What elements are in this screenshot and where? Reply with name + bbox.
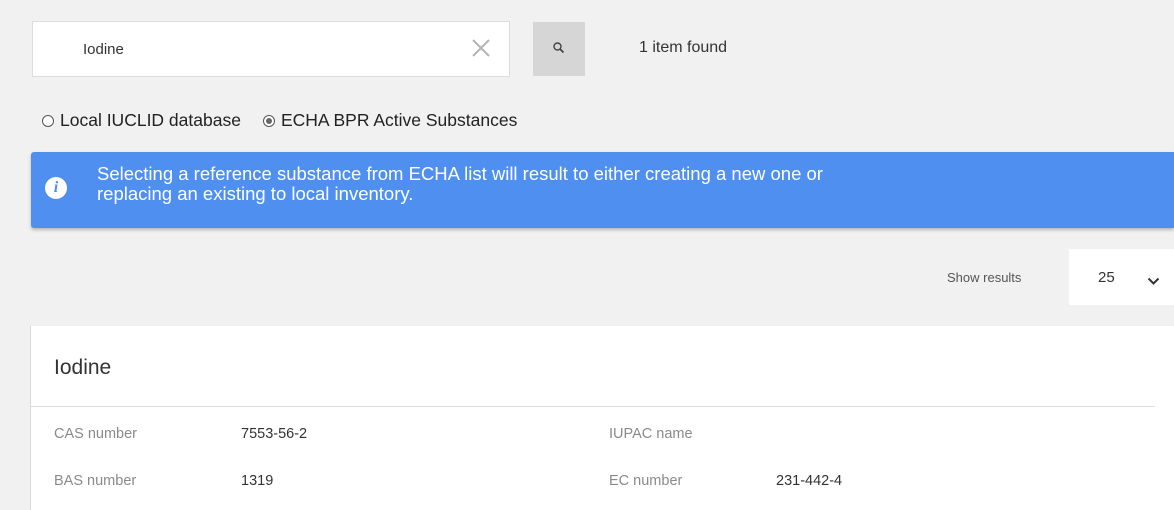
iupac-name-label: IUPAC name xyxy=(609,426,693,442)
radio-local-iuclid[interactable]: Local IUCLID database xyxy=(42,110,241,131)
source-selector: Local IUCLID database ECHA BPR Active Su… xyxy=(42,110,517,131)
radio-button-selected[interactable] xyxy=(262,114,275,127)
show-results-label: Show results xyxy=(947,270,1022,285)
result-count: 1 item found xyxy=(639,39,728,56)
radio-label: Local IUCLID database xyxy=(60,110,241,130)
radio-button[interactable] xyxy=(42,114,54,127)
cas-number-label: CAS number xyxy=(54,426,138,442)
search-button[interactable] xyxy=(533,22,585,76)
ec-number-label: EC number xyxy=(609,473,683,489)
divider xyxy=(31,406,1155,407)
cas-number-value: 7553-56-2 xyxy=(241,426,308,442)
bas-number-value: 1319 xyxy=(241,473,274,489)
search-field xyxy=(32,21,510,77)
search-input[interactable] xyxy=(83,22,463,76)
search-icon xyxy=(552,41,566,58)
info-banner: i Selecting a reference substance from E… xyxy=(31,152,1174,228)
radio-echa-bpr[interactable]: ECHA BPR Active Substances xyxy=(262,110,518,131)
close-icon[interactable] xyxy=(468,35,494,61)
info-message-line-1: Selecting a reference substance from ECH… xyxy=(97,163,823,184)
ec-number-value: 231-442-4 xyxy=(776,473,843,489)
info-message: Selecting a reference substance from ECH… xyxy=(97,164,1157,204)
result-card[interactable]: Iodine CAS number 7553-56-2 IUPAC name B… xyxy=(30,326,1174,510)
page-size-select[interactable]: 25 xyxy=(1069,249,1174,305)
info-message-line-2: replacing an existing to local inventory… xyxy=(97,183,414,204)
page-size-value: 25 xyxy=(1098,269,1115,286)
result-title[interactable]: Iodine xyxy=(54,356,111,380)
info-icon: i xyxy=(45,177,67,199)
bas-number-label: BAS number xyxy=(54,473,137,489)
radio-label: ECHA BPR Active Substances xyxy=(280,110,518,130)
chevron-down-icon xyxy=(1147,273,1160,285)
